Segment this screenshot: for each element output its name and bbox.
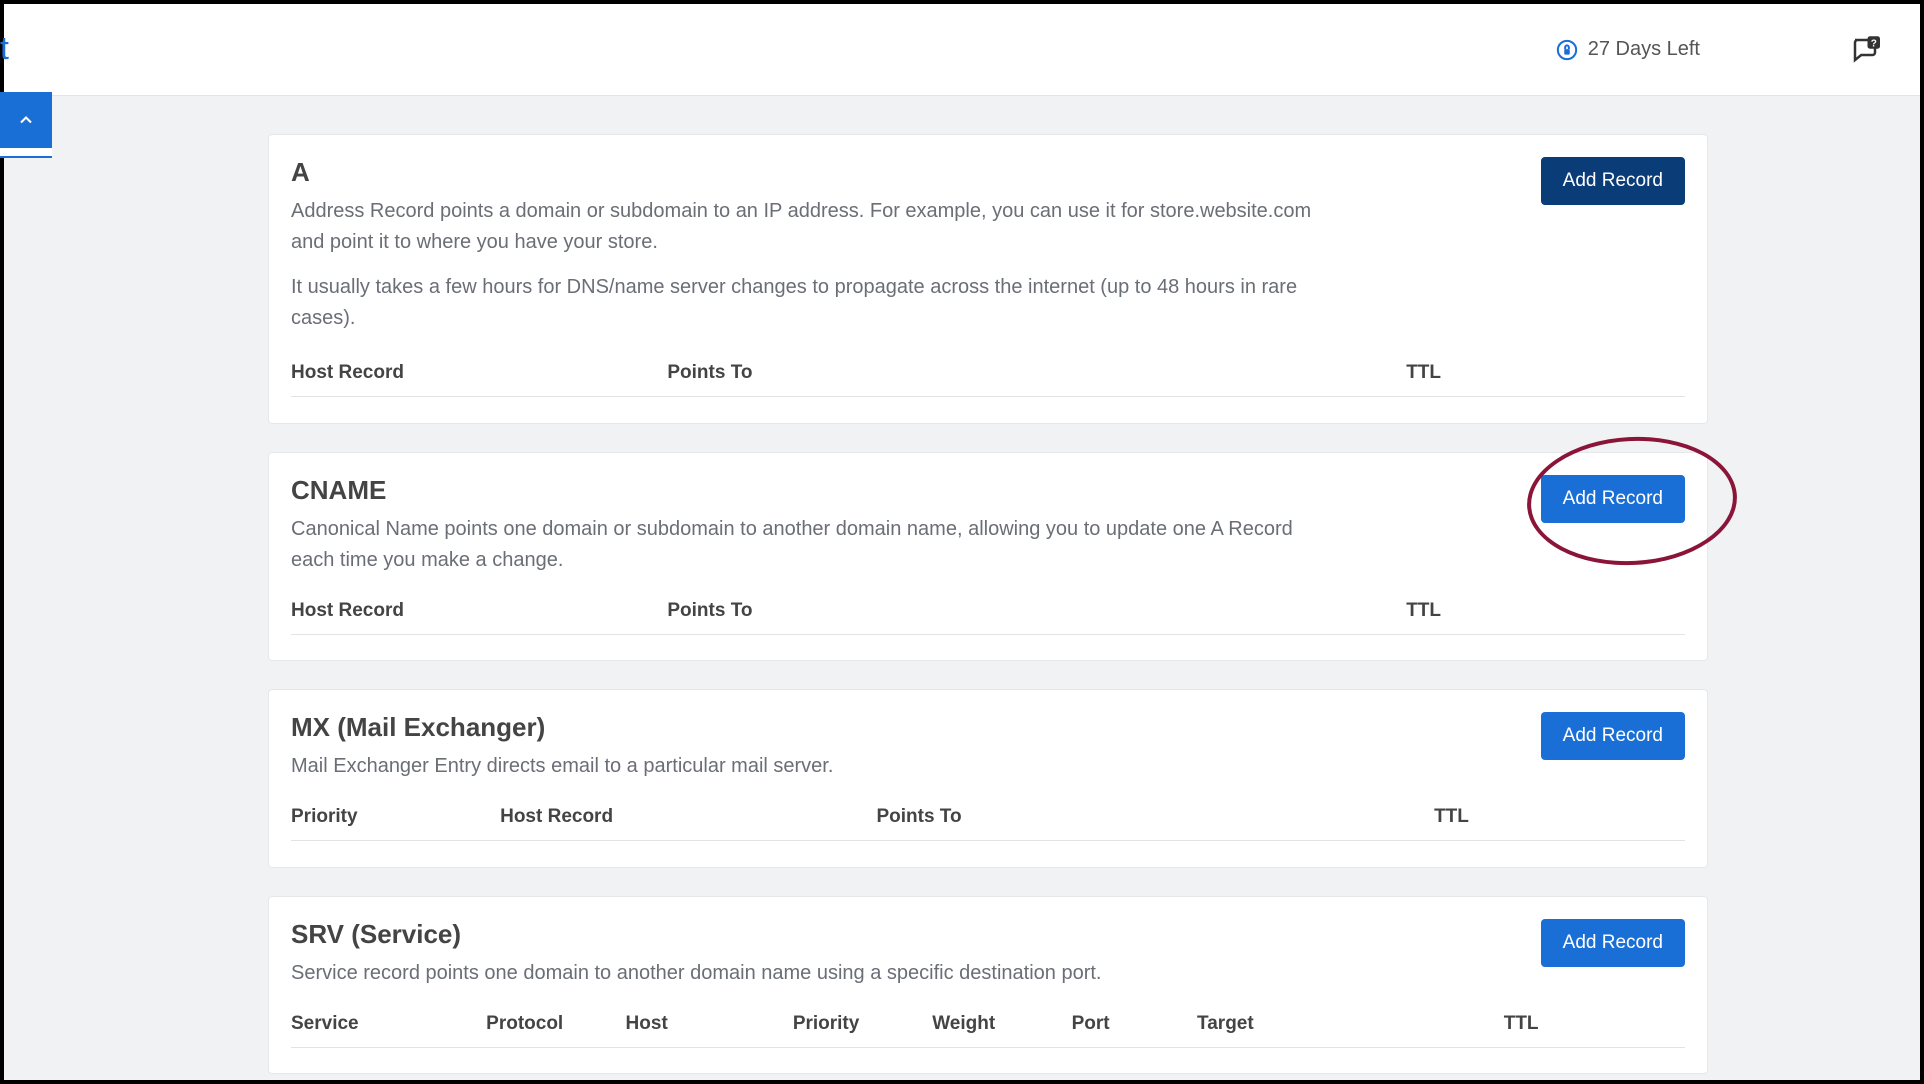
trial-days-label: 27 Days Left: [1588, 38, 1700, 61]
section-srv: SRV (Service) Service record points one …: [268, 896, 1708, 1075]
left-nav: [0, 92, 52, 158]
add-record-srv-button[interactable]: Add Record: [1541, 919, 1685, 967]
section-a-desc: Address Record points a domain or subdom…: [291, 196, 1321, 258]
add-record-cname-button[interactable]: Add Record: [1541, 475, 1685, 523]
brand-partial: t: [0, 30, 9, 67]
left-nav-item[interactable]: [0, 148, 52, 158]
a-table: Host Record Points To TTL: [291, 352, 1685, 411]
col-points: Points To: [667, 590, 1406, 635]
col-protocol: Protocol: [486, 1003, 625, 1048]
trial-days[interactable]: 27 Days Left: [1556, 38, 1700, 61]
col-priority: Priority: [793, 1003, 932, 1048]
svg-text:?: ?: [1871, 38, 1877, 49]
lock-icon: [1556, 39, 1578, 61]
col-port: Port: [1072, 1003, 1197, 1048]
section-a-desc2: It usually takes a few hours for DNS/nam…: [291, 272, 1351, 334]
col-host: Host: [626, 1003, 793, 1048]
col-points: Points To: [667, 352, 1406, 397]
col-ttl: TTL: [1434, 796, 1685, 841]
section-a-title: A: [291, 157, 1351, 188]
col-priority: Priority: [291, 796, 500, 841]
main-content: A Address Record points a domain or subd…: [56, 96, 1920, 1074]
section-mx: MX (Mail Exchanger) Mail Exchanger Entry…: [268, 689, 1708, 868]
col-weight: Weight: [932, 1003, 1071, 1048]
col-ttl: TTL: [1504, 1003, 1685, 1048]
col-target: Target: [1197, 1003, 1504, 1048]
srv-table: Service Protocol Host Priority Weight Po…: [291, 1003, 1685, 1062]
section-cname-title: CNAME: [291, 475, 1321, 506]
chat-icon[interactable]: ?: [1850, 35, 1880, 65]
left-nav-active[interactable]: [0, 92, 52, 148]
section-mx-title: MX (Mail Exchanger): [291, 712, 833, 743]
add-record-mx-button[interactable]: Add Record: [1541, 712, 1685, 760]
col-points: Points To: [876, 796, 1434, 841]
mx-table: Priority Host Record Points To TTL: [291, 796, 1685, 855]
section-a: A Address Record points a domain or subd…: [268, 134, 1708, 424]
col-ttl: TTL: [1406, 352, 1685, 397]
col-host: Host Record: [500, 796, 876, 841]
cname-table: Host Record Points To TTL: [291, 590, 1685, 649]
section-srv-desc: Service record points one domain to anot…: [291, 958, 1101, 989]
top-header: t 27 Days Left ?: [4, 4, 1920, 96]
col-service: Service: [291, 1003, 486, 1048]
section-mx-desc: Mail Exchanger Entry directs email to a …: [291, 751, 833, 782]
add-record-a-button[interactable]: Add Record: [1541, 157, 1685, 205]
col-host: Host Record: [291, 352, 667, 397]
col-ttl: TTL: [1406, 590, 1685, 635]
section-cname-desc: Canonical Name points one domain or subd…: [291, 514, 1321, 576]
section-srv-title: SRV (Service): [291, 919, 1101, 950]
section-cname: CNAME Canonical Name points one domain o…: [268, 452, 1708, 662]
col-host: Host Record: [291, 590, 667, 635]
